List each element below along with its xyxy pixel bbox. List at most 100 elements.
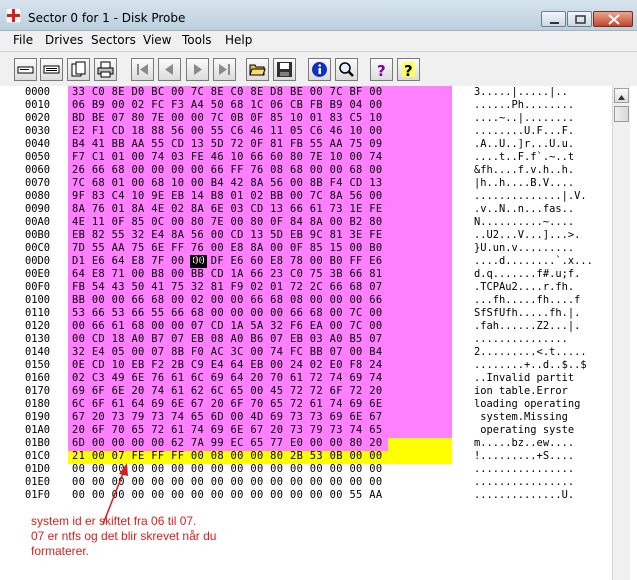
scroll-thumb[interactable] [614, 106, 629, 122]
drive-button[interactable] [14, 58, 37, 81]
hex-row[interactable]: 20 6F 70 65 72 61 74 69 6E 67 20 73 79 7… [72, 424, 382, 437]
ascii-row[interactable]: ......Ph........ [474, 99, 593, 112]
hex-row[interactable]: 02 C3 49 6E 76 61 6C 69 64 20 70 61 72 7… [72, 372, 382, 385]
hex-row[interactable]: F7 C1 01 00 74 03 FE 46 10 66 60 80 7E 1… [72, 151, 382, 164]
hex-row[interactable]: D1 E6 64 E8 7F 00 B0 DF E6 60 E8 78 00 B… [72, 255, 382, 268]
vertical-scrollbar[interactable] [612, 86, 630, 580]
menu-drives[interactable]: Drives [45, 33, 83, 47]
ascii-row[interactable]: .A..U..]r...U.u. [474, 138, 593, 151]
ascii-row[interactable]: 3.....|.....|.. [474, 86, 593, 99]
ascii-row[interactable]: N..........~.... [474, 216, 593, 229]
hex-row[interactable]: 00 00 00 00 00 00 00 00 00 00 00 00 00 0… [72, 476, 382, 489]
ascii-row[interactable]: ...fh.....fh....f [474, 294, 593, 307]
maximize-icon [575, 15, 586, 24]
ascii-row[interactable]: }U.un.v......... [474, 242, 593, 255]
volume-button[interactable] [40, 58, 63, 81]
hex-row[interactable]: 32 E4 05 00 07 8B F0 AC 3C 00 74 FC BB 0… [72, 346, 382, 359]
menu-view[interactable]: View [143, 33, 171, 47]
ascii-row[interactable]: .fah......Z2...|. [474, 320, 593, 333]
hex-row[interactable]: 33 C0 8E D0 BC 00 7C 8E C0 8E D8 BE 00 7… [72, 86, 382, 99]
ascii-row[interactable]: ........+..d..$..$ [474, 359, 593, 372]
close-button[interactable] [593, 11, 633, 27]
ascii-row[interactable]: SfSfUfh.....fh.|. [474, 307, 593, 320]
ascii-row[interactable]: .TCPAu2....r.fh. [474, 281, 593, 294]
ascii-row[interactable]: d.q.......f#.u;f. [474, 268, 593, 281]
context-help-button[interactable]: ? [397, 58, 420, 81]
hex-row[interactable]: 00 00 00 00 00 00 00 00 00 00 00 00 00 0… [72, 463, 382, 476]
ascii-row[interactable]: 2.........<.t..... [474, 346, 593, 359]
offset-label: 00B0 [25, 229, 51, 241]
ascii-row[interactable]: operating syste [474, 424, 593, 437]
ascii-row[interactable]: system.Missing [474, 411, 593, 424]
hex-row[interactable]: 0E CD 10 EB F2 2B C9 E4 64 EB 00 24 02 E… [72, 359, 382, 372]
search-button[interactable] [335, 58, 358, 81]
pages-button[interactable] [67, 58, 90, 81]
hex-row[interactable]: 21 00 07 FE FF FF 00 08 00 00 80 2B 53 0… [72, 450, 382, 463]
ascii-row[interactable]: loading operating [474, 398, 593, 411]
ascii-row[interactable]: ..............U. [474, 489, 593, 502]
ascii-row[interactable]: ..Invalid partit [474, 372, 593, 385]
hex-row[interactable]: B4 41 BB AA 55 CD 13 5D 72 0F 81 FB 55 A… [72, 138, 382, 151]
hex-row[interactable]: BD BE 07 80 7E 00 00 7C 0B 0F 85 10 01 8… [72, 112, 382, 125]
first-sector-button[interactable] [131, 58, 154, 81]
hex-row[interactable]: 06 B9 00 02 FC F3 A4 50 68 1C 06 CB FB B… [72, 99, 382, 112]
ascii-row[interactable]: !.........+S.... [474, 450, 593, 463]
help-button[interactable]: ? [370, 58, 393, 81]
ascii-row[interactable]: m.....bz..ew.... [474, 437, 593, 450]
maximize-button[interactable] [567, 11, 592, 27]
sector-view[interactable]: 00 0000 0010 0020 0030 0040 0050 0060 0070 0080 0… [0, 86, 637, 580]
last-sector-button[interactable] [213, 58, 236, 81]
hex-row[interactable]: 64 E8 71 00 B8 00 BB CD 1A 66 23 C0 75 3… [72, 268, 382, 281]
offset-label: 0100 [25, 294, 51, 306]
scroll-up-button[interactable] [614, 88, 629, 103]
hex-row[interactable]: EB 82 55 32 E4 8A 56 00 CD 13 5D EB 9C 8… [72, 229, 382, 242]
hex-row[interactable]: BB 00 00 66 68 00 02 00 00 66 68 08 00 0… [72, 294, 382, 307]
title-bar[interactable]: Sector 0 for 1 - Disk Probe [0, 0, 637, 31]
ascii-row[interactable]: ion table.Error [474, 385, 593, 398]
ascii-column[interactable]: 3.....|.....|.. ......Ph........ ....~..|.… [474, 86, 593, 502]
menu-file[interactable]: File [13, 33, 33, 47]
hex-row[interactable]: 7D 55 AA 75 6E FF 76 00 E8 8A 00 0F 85 1… [72, 242, 382, 255]
hex-row[interactable]: E2 F1 CD 18 88 56 00 55 C6 46 11 05 C6 4… [72, 125, 382, 138]
hex-row[interactable]: 7C 68 01 00 68 10 00 B4 42 8A 56 00 8B F… [72, 177, 382, 190]
hex-row[interactable]: 9F 83 C4 10 9E EB 14 B8 01 02 BB 00 7C 8… [72, 190, 382, 203]
hex-row[interactable]: 67 20 73 79 73 74 65 6D 00 4D 69 73 73 6… [72, 411, 382, 424]
hex-row[interactable]: 00 00 00 00 00 00 00 00 00 00 00 00 00 0… [72, 489, 382, 502]
ascii-row[interactable]: ........U.F...F. [474, 125, 593, 138]
ascii-row[interactable]: ..U2...V...]...>. [474, 229, 593, 242]
hex-row[interactable]: 26 66 68 00 00 00 00 66 FF 76 08 68 00 0… [72, 164, 382, 177]
hex-row[interactable]: FB 54 43 50 41 75 32 81 F9 02 01 72 2C 6… [72, 281, 382, 294]
ascii-row[interactable]: ............... [474, 333, 593, 346]
next-sector-button[interactable] [186, 58, 209, 81]
hex-column[interactable]: 33 C0 8E D0 BC 00 7C 8E C0 8E D8 BE 00 7… [72, 86, 382, 502]
svg-text:?: ? [377, 62, 386, 78]
hex-row[interactable]: 69 6F 6E 20 74 61 62 6C 65 00 45 72 72 6… [72, 385, 382, 398]
ascii-row[interactable]: ..............|.V. [474, 190, 593, 203]
ascii-row[interactable]: ....d........`.x... [474, 255, 593, 268]
hex-row[interactable]: 4E 11 0F 85 0C 00 80 7E 00 80 0F 84 8A 0… [72, 216, 382, 229]
hex-row[interactable]: 6C 6F 61 64 69 6E 67 20 6F 70 65 72 61 7… [72, 398, 382, 411]
previous-sector-button[interactable] [158, 58, 181, 81]
ascii-row[interactable]: ....t..F.f`.~..t [474, 151, 593, 164]
menu-help[interactable]: Help [225, 33, 252, 47]
hex-row[interactable]: 53 66 53 66 55 66 68 00 00 00 00 66 68 0… [72, 307, 382, 320]
ascii-row[interactable]: ....~..|........ [474, 112, 593, 125]
menu-sectors[interactable]: Sectors [91, 33, 136, 47]
offset-label: 0090 [25, 203, 51, 215]
print-button[interactable] [94, 58, 117, 81]
offset-label: 0140 [25, 346, 51, 358]
ascii-row[interactable]: |h..h....B.V.... [474, 177, 593, 190]
save-button[interactable] [273, 58, 296, 81]
hex-row[interactable]: 6D 00 00 00 00 62 7A 99 EC 65 77 E0 00 0… [72, 437, 382, 450]
minimize-button[interactable] [541, 11, 566, 27]
open-button[interactable] [246, 58, 269, 81]
hex-row[interactable]: 00 66 61 68 00 00 07 CD 1A 5A 32 F6 EA 0… [72, 320, 382, 333]
ascii-row[interactable]: ................ [474, 476, 593, 489]
ascii-row[interactable]: &fh....f.v.h..h. [474, 164, 593, 177]
menu-tools[interactable]: Tools [182, 33, 212, 47]
hex-row[interactable]: 00 CD 18 A0 B7 07 EB 08 A0 B6 07 EB 03 A… [72, 333, 382, 346]
info-button[interactable] [308, 58, 331, 81]
ascii-row[interactable]: .v..N..n...fas.. [474, 203, 593, 216]
hex-row[interactable]: 8A 76 01 8A 4E 02 8A 6E 03 CD 13 66 61 7… [72, 203, 382, 216]
ascii-row[interactable]: ................ [474, 463, 593, 476]
